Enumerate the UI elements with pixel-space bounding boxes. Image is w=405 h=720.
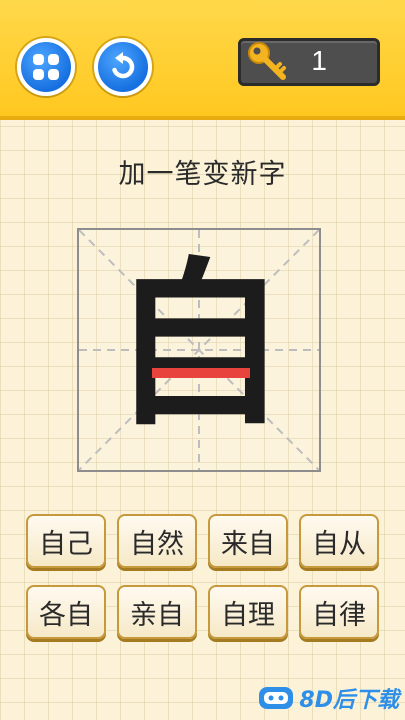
answer-button[interactable]: 自从	[299, 514, 379, 568]
answer-button[interactable]: 各自	[26, 585, 106, 639]
restart-icon	[112, 52, 135, 79]
puzzle-title: 加一笔变新字	[118, 159, 287, 190]
key-counter: 1	[238, 38, 380, 86]
grid-icon	[33, 54, 59, 80]
top-bar: 1	[0, 0, 405, 120]
key-count: 1	[311, 45, 327, 76]
watermark: 8D后下载	[257, 682, 399, 714]
answer-button[interactable]: 亲自	[117, 585, 197, 639]
watermark-text: 8D后下载	[299, 688, 399, 713]
answer-button[interactable]: 来自	[208, 514, 288, 568]
answer-button[interactable]: 自律	[299, 585, 379, 639]
hint-stroke	[152, 368, 250, 378]
answer-button[interactable]: 自己	[26, 514, 106, 568]
restart-button[interactable]	[94, 38, 152, 96]
key-icon	[248, 42, 286, 80]
answer-grid: 自己 自然 来自 自从 各自 亲自 自理 自律	[26, 514, 380, 639]
answer-button[interactable]: 自理	[208, 585, 288, 639]
character-grid: 自	[77, 228, 321, 472]
answer-button[interactable]: 自然	[117, 514, 197, 568]
robot-logo-icon	[259, 687, 294, 709]
menu-button[interactable]	[17, 38, 75, 96]
puzzle-character: 自	[110, 242, 288, 449]
